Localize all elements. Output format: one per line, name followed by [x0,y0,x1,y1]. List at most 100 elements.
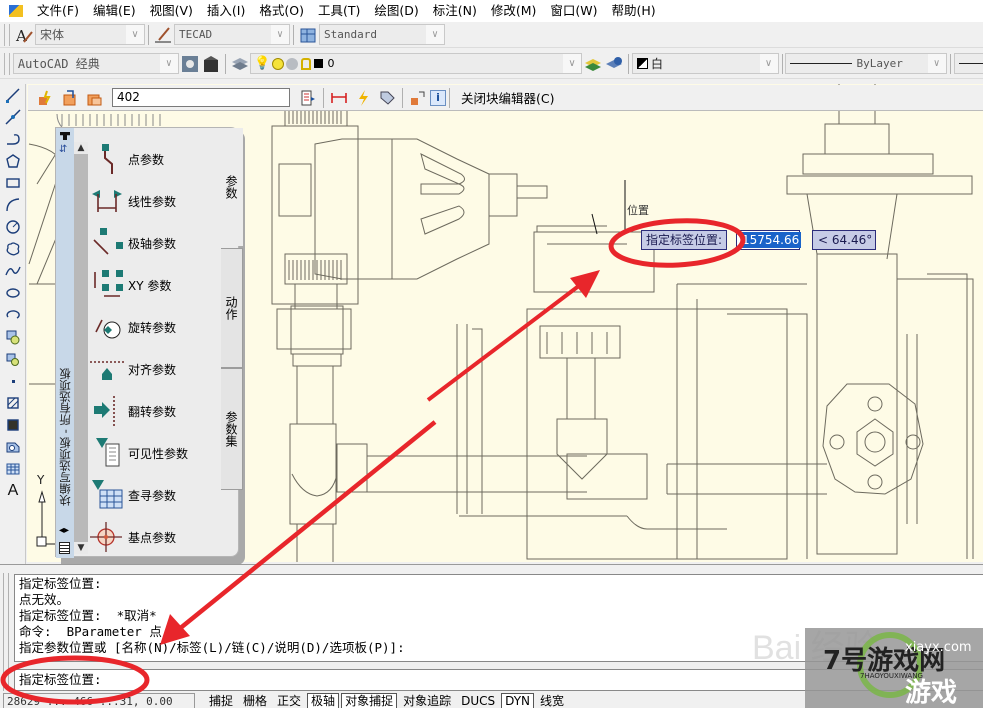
menu-help[interactable]: 帮助(H) [605,0,663,22]
toggle-ortho[interactable]: 正交 [273,693,305,708]
spline-icon[interactable] [0,260,26,282]
palette-title-bar[interactable]: ⇵ 块编写选项板 - 所有选项板 ◂▸ [56,128,74,558]
table-style-select[interactable]: Standard ∨ [319,24,445,45]
menu-modify[interactable]: 修改(M) [484,0,544,22]
palette-item-flip-parameter[interactable]: 翻转参数 [90,390,220,432]
chevron-down-icon[interactable]: ∨ [426,25,444,44]
scroll-down-icon[interactable]: ▼ [74,542,88,554]
menu-window[interactable]: 窗口(W) [543,0,604,22]
close-block-editor-button[interactable]: 关闭块编辑器(C) [461,88,554,107]
tab-actions[interactable]: 动作 [221,248,243,368]
lineweight-select[interactable] [953,53,983,74]
revision-cloud-icon[interactable] [0,238,26,260]
construction-line-icon[interactable] [0,106,26,128]
toolbar-grip[interactable] [4,23,10,46]
palette-item-basepoint-parameter[interactable]: 基点参数 [90,516,220,558]
rectangle-icon[interactable] [0,172,26,194]
palette-item-rotation-parameter[interactable]: 旋转参数 [90,306,220,348]
dimension-style-icon[interactable] [152,24,174,46]
chevron-down-icon[interactable]: ∨ [563,54,582,73]
chevron-down-icon[interactable]: ∨ [159,54,178,73]
freeze-sun-icon[interactable] [272,57,285,70]
ellipse-arc-icon[interactable] [0,304,26,326]
ellipse-icon[interactable] [0,282,26,304]
dynamic-input-distance-field[interactable]: 15754.66 [736,230,802,250]
workspace-select[interactable]: AutoCAD 经典 ∨ [12,53,179,74]
hatch-icon[interactable] [0,392,26,414]
palette-item-polar-parameter[interactable]: 极轴参数 [90,222,220,264]
autohide-icon[interactable]: ⇵ [59,144,67,155]
workspace-save-icon[interactable] [200,53,221,75]
parameter-icon[interactable] [327,87,351,109]
text-style-select[interactable]: 宋体 ∨ [35,24,145,45]
toggle-dyn[interactable]: DYN [501,693,535,708]
tab-parameters[interactable]: 参数 [221,128,243,246]
toggle-snap[interactable]: 捕捉 [205,693,237,708]
edit-block-definition-icon[interactable] [34,87,58,109]
lightbulb-icon[interactable]: 💡 [254,56,270,71]
polygon-icon[interactable] [0,150,26,172]
toggle-polar[interactable]: 极轴 [307,693,340,708]
text-style-icon[interactable]: A [13,24,35,46]
command-window-grip[interactable] [3,573,9,691]
action-icon[interactable] [351,87,375,109]
menu-edit[interactable]: 编辑(E) [86,0,143,22]
menu-view[interactable]: 视图(V) [143,0,200,22]
palette-item-xy-parameter[interactable]: XY 参数 [90,264,220,306]
tab-parameter-sets[interactable]: 参数集 [221,368,243,490]
multiline-text-icon[interactable]: A [0,480,26,502]
block-name-field[interactable]: 402 [112,88,290,107]
dynamic-input-angle-field[interactable]: < 64.46° [812,230,876,250]
resize-icon[interactable]: ◂▸ [59,525,69,536]
make-current-layer-icon[interactable] [582,53,603,75]
toggle-otrack[interactable]: 对象追踪 [399,693,455,708]
insert-block-icon[interactable] [0,326,26,348]
toggle-lineweight[interactable]: 线宽 [536,693,568,708]
table-icon[interactable] [0,458,26,480]
menu-tools[interactable]: 工具(T) [311,0,367,22]
menu-insert[interactable]: 插入(I) [200,0,252,22]
pin-icon[interactable] [60,132,70,140]
palette-scrollbar[interactable]: ▲ ▼ [74,142,88,554]
layer-manager-icon[interactable] [229,53,250,75]
lock-icon[interactable] [301,57,312,70]
save-block-as-icon[interactable] [82,87,106,109]
menu-format[interactable]: 格式(O) [252,0,311,22]
line-tool-icon[interactable] [0,84,26,106]
palette-item-lookup-parameter[interactable]: 查寻参数 [90,474,220,516]
properties-menu-icon[interactable] [59,542,70,554]
save-block-icon[interactable] [58,87,82,109]
chevron-down-icon[interactable]: ∨ [759,54,778,73]
linetype-select[interactable]: ByLayer ∨ [785,53,947,74]
learn-dynamic-blocks-icon[interactable]: i [430,89,446,106]
gradient-icon[interactable] [0,414,26,436]
layer-select[interactable]: 💡 0 ∨ [250,53,583,74]
make-block-icon[interactable] [0,348,26,370]
chevron-down-icon[interactable]: ∨ [927,54,946,73]
update-parameter-icon[interactable] [406,87,430,109]
dimension-style-select[interactable]: TECAD ∨ [174,24,290,45]
palette-item-visibility-parameter[interactable]: 可见性参数 [90,432,220,474]
region-icon[interactable] [0,436,26,458]
viewport-freeze-icon[interactable] [286,57,299,70]
scroll-up-icon[interactable]: ▲ [74,142,88,154]
toggle-osnap[interactable]: 对象捕捉 [341,693,398,708]
menu-file[interactable]: 文件(F) [30,0,86,22]
point-icon[interactable] [0,370,26,392]
workspace-settings-icon[interactable] [179,53,200,75]
arc-icon[interactable] [0,194,26,216]
chevron-down-icon[interactable]: ∨ [126,25,144,44]
color-select[interactable]: 白 ∨ [632,53,779,74]
palette-item-alignment-parameter[interactable]: 对齐参数 [90,348,220,390]
layer-previous-icon[interactable] [604,53,625,75]
menu-draw[interactable]: 绘图(D) [367,0,425,22]
polyline-icon[interactable] [0,128,26,150]
toggle-grid[interactable]: 栅格 [239,693,271,708]
authoring-palettes-icon[interactable] [296,87,320,109]
define-attribute-icon[interactable] [375,87,399,109]
chevron-down-icon[interactable]: ∨ [271,25,289,44]
palette-item-point-parameter[interactable]: 点参数 [90,138,220,180]
palette-item-linear-parameter[interactable]: 线性参数 [90,180,220,222]
circle-icon[interactable] [0,216,26,238]
menu-dimension[interactable]: 标注(N) [426,0,484,22]
